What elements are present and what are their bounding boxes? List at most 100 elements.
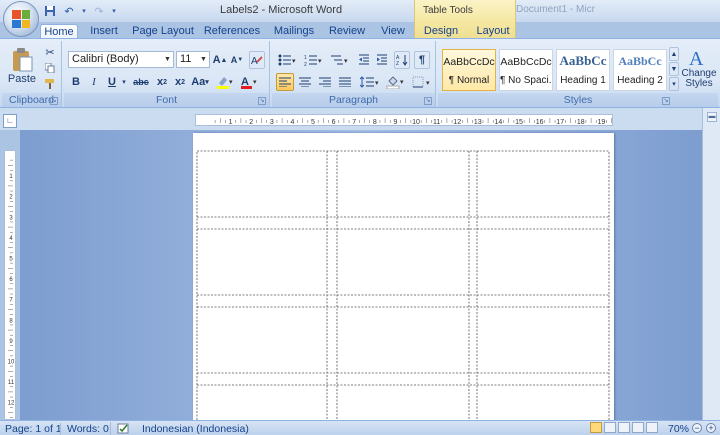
font-family-select[interactable]: Calibri (Body) ▼: [68, 51, 174, 68]
style-heading-1-name: Heading 1: [560, 75, 606, 86]
ruler-label: 10: [8, 360, 15, 366]
word-count[interactable]: Words: 0: [60, 423, 109, 435]
office-button[interactable]: [3, 1, 39, 37]
multilevel-list-icon[interactable]: ▾: [328, 51, 352, 69]
shading-icon[interactable]: ▾: [384, 73, 408, 91]
italic-icon[interactable]: I: [86, 73, 102, 91]
full-screen-reading-icon[interactable]: [604, 422, 616, 433]
style-normal[interactable]: AaBbCcDc ¶ Normal: [442, 49, 496, 91]
styles-scroll-down-icon[interactable]: ▼: [669, 62, 679, 76]
draft-view-icon[interactable]: [646, 422, 658, 433]
zoom-level[interactable]: 70%: [668, 423, 689, 435]
align-center-icon[interactable]: [296, 73, 314, 91]
bold-icon[interactable]: B: [68, 73, 84, 91]
style-no-spacing[interactable]: AaBbCcDc ¶ No Spaci...: [499, 49, 553, 91]
font-group-label: Font: [64, 93, 269, 107]
vertical-ruler[interactable]: 1 2 3 4 5 6 7 8 9 10 11 12: [4, 150, 16, 420]
align-left-icon[interactable]: [276, 73, 294, 91]
bullets-icon[interactable]: ▾: [276, 51, 300, 69]
language-indicator[interactable]: Indonesian (Indonesia): [142, 423, 249, 435]
clear-formatting-icon[interactable]: A: [249, 51, 265, 69]
zoom-in-icon[interactable]: +: [706, 423, 716, 433]
zoom-out-icon[interactable]: −: [692, 423, 702, 433]
ruler-view-toggle-icon[interactable]: ▬: [707, 112, 717, 122]
increase-indent-icon[interactable]: [374, 51, 390, 69]
page-count[interactable]: Page: 1 of 1: [5, 423, 62, 435]
label-table-grid[interactable]: [193, 133, 614, 424]
font-launcher-icon[interactable]: ↘: [258, 97, 266, 105]
web-layout-icon[interactable]: [618, 422, 630, 433]
quick-access-toolbar: ↶ ▾ ↷ ▾: [42, 3, 118, 19]
ruler-label: 5: [9, 257, 13, 263]
style-heading-1[interactable]: AaBbCc Heading 1: [556, 49, 610, 91]
paragraph-launcher-icon[interactable]: ↘: [424, 97, 432, 105]
grow-font-icon[interactable]: A ▲: [212, 51, 228, 69]
proofing-icon[interactable]: [110, 422, 131, 435]
styles-scroll-up-icon[interactable]: ▲: [669, 47, 679, 61]
paste-button[interactable]: Paste: [4, 43, 40, 89]
undo-icon[interactable]: ↶: [61, 3, 77, 19]
print-layout-view-icon[interactable]: [590, 422, 602, 433]
shrink-font-icon[interactable]: A ▼: [229, 51, 245, 69]
paste-icon: [13, 48, 33, 72]
ruler-label: 11: [8, 380, 15, 386]
sort-icon[interactable]: AZ: [394, 51, 410, 69]
redo-icon[interactable]: ↷: [91, 3, 107, 19]
svg-text:A: A: [689, 48, 704, 69]
outline-view-icon[interactable]: [632, 422, 644, 433]
style-no-spacing-preview: AaBbCcDc: [500, 56, 552, 68]
styles-launcher-icon[interactable]: ↘: [662, 97, 670, 105]
save-icon[interactable]: [42, 3, 58, 19]
line-spacing-icon[interactable]: ▾: [358, 73, 382, 91]
highlight-icon[interactable]: ▾: [214, 73, 236, 91]
font-color-icon[interactable]: A ▾: [238, 73, 260, 91]
style-heading-1-preview: AaBbCc: [559, 53, 607, 68]
tab-selector-icon[interactable]: ∟: [3, 114, 17, 128]
clipboard-launcher-icon[interactable]: ↘: [50, 97, 58, 105]
status-bar: Page: 1 of 1 Words: 0 Indonesian (Indone…: [0, 420, 720, 435]
styles-group: AaBbCcDc ¶ Normal AaBbCcDc ¶ No Spaci...…: [438, 41, 718, 107]
svg-text:▾: ▾: [375, 80, 379, 87]
numbering-icon[interactable]: 1 2 ▾: [302, 51, 326, 69]
svg-text:1: 1: [304, 55, 307, 61]
superscript-icon[interactable]: x2: [172, 73, 188, 91]
styles-group-label: Styles: [438, 93, 718, 107]
ruler-label: 3: [9, 215, 13, 221]
undo-dropdown-icon[interactable]: ▾: [80, 3, 88, 19]
svg-text:▾: ▾: [400, 79, 404, 86]
horizontal-ruler[interactable]: 1 2 3 4 5 6 7 8 9 10 11 12 13 14 15 16 17 18 19: [195, 114, 613, 126]
ruler-label: 16: [536, 119, 544, 126]
underline-dropdown-icon[interactable]: ▾: [120, 73, 128, 91]
subscript-icon[interactable]: x2: [154, 73, 170, 91]
styles-more-icon[interactable]: ▾: [669, 77, 679, 91]
change-case-icon[interactable]: Aa ▾: [190, 73, 210, 91]
decrease-indent-icon[interactable]: [356, 51, 372, 69]
show-paragraph-marks-icon[interactable]: ¶: [414, 51, 430, 69]
justify-icon[interactable]: [336, 73, 354, 91]
style-heading-2[interactable]: AaBbCc Heading 2: [613, 49, 667, 91]
ruler-label: 4: [9, 236, 13, 242]
format-painter-icon[interactable]: [42, 77, 58, 91]
ruler-label: 2: [9, 195, 13, 201]
style-normal-preview: AaBbCcDc: [443, 56, 495, 68]
underline-icon[interactable]: U: [104, 73, 120, 91]
cut-icon[interactable]: ✂: [42, 45, 58, 59]
align-right-icon[interactable]: [316, 73, 334, 91]
copy-icon[interactable]: [42, 61, 58, 75]
qat-customize-icon[interactable]: ▾: [110, 3, 118, 19]
document-page[interactable]: [193, 133, 614, 424]
change-styles-button[interactable]: A Change Styles: [681, 43, 717, 93]
font-size-select[interactable]: 11 ▼: [176, 51, 210, 68]
background-window-title: Document1 - Micr: [516, 4, 595, 15]
ruler-label: 8: [373, 119, 377, 126]
font-family-value: Calibri (Body): [72, 53, 139, 65]
ruler-label: 9: [393, 119, 397, 126]
font-size-dropdown-icon: ▼: [200, 56, 207, 63]
ruler-label: 17: [556, 119, 564, 126]
title-bar: ↶ ▾ ↷ ▾ Labels2 - Microsoft Word Documen…: [0, 0, 720, 37]
ribbon-tabs: Home Insert Page Layout References Maili…: [0, 22, 720, 41]
style-heading-2-name: Heading 2: [617, 75, 663, 86]
strikethrough-icon[interactable]: abc: [130, 73, 152, 91]
borders-icon[interactable]: ▾: [410, 73, 434, 91]
vertical-scrollbar[interactable]: ▬: [702, 108, 720, 420]
